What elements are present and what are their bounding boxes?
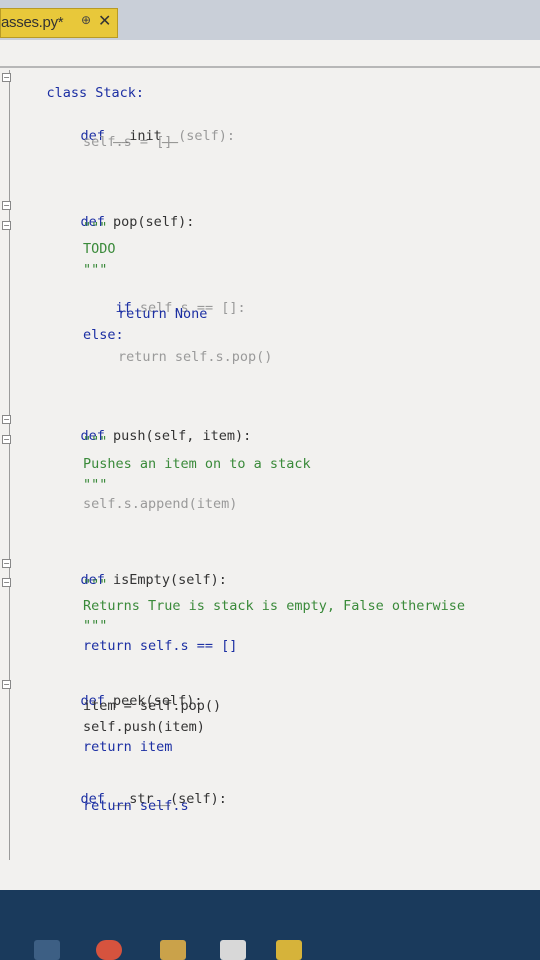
fold-toggle-icon[interactable]: −	[2, 201, 11, 210]
code-line: else:	[83, 327, 124, 343]
docstring-text: Returns True is stack is empty, False ot…	[83, 598, 466, 614]
code-line: item = self.pop()	[83, 698, 222, 714]
docstring-open: """	[83, 220, 108, 236]
code-line: self.push(item)	[83, 719, 205, 735]
fold-toggle-icon[interactable]: −	[2, 435, 11, 444]
task-view-icon[interactable]	[34, 940, 60, 960]
app-icon-2[interactable]	[276, 940, 302, 960]
fold-toggle-icon[interactable]: −	[2, 415, 11, 424]
pin-icon[interactable]: ⊕	[81, 13, 91, 27]
docstring-close: """	[83, 618, 108, 634]
docstring-text: Pushes an item on to a stack	[83, 456, 311, 472]
docstring-open: """	[83, 577, 108, 593]
app-icon[interactable]	[220, 940, 246, 960]
docstring-open: """	[83, 434, 108, 450]
fold-toggle-icon[interactable]: −	[2, 680, 11, 689]
docstring-close: """	[83, 262, 108, 278]
code-line: self.s = []	[83, 134, 173, 150]
function-signature: pop(self):	[113, 214, 195, 230]
code-line: return None	[118, 306, 208, 322]
taskbar	[0, 890, 540, 960]
code-line: self.s.append(item)	[83, 496, 238, 512]
code-line: def isEmpty(self):	[48, 556, 227, 604]
docstring-text: TODO	[83, 241, 116, 257]
code-line: return self.s.pop()	[118, 349, 273, 365]
code-line: class Stack:	[14, 69, 145, 117]
function-args: (self):	[178, 128, 235, 144]
tab-active-file[interactable]: asses.py* ⊕ ✕	[0, 8, 118, 38]
fold-toggle-icon[interactable]: −	[2, 578, 11, 587]
tab-bar: asses.py* ⊕ ✕	[0, 0, 540, 40]
code-line: return self.s	[83, 798, 189, 814]
chrome-icon[interactable]	[96, 940, 122, 960]
code-line: return self.s == []	[83, 638, 238, 654]
fold-toggle-icon[interactable]: −	[2, 221, 11, 230]
function-signature: push(self, item):	[113, 428, 252, 444]
class-declaration: class Stack:	[46, 85, 145, 101]
code-line: def pop(self):	[48, 198, 195, 246]
fold-toggle-icon[interactable]: −	[2, 73, 11, 82]
fold-margin-line	[9, 70, 10, 860]
tab-filename: asses.py*	[1, 14, 64, 31]
close-icon[interactable]: ✕	[98, 11, 111, 30]
editor-divider	[0, 66, 540, 68]
code-line: return item	[83, 739, 173, 755]
docstring-close: """	[83, 477, 108, 493]
file-explorer-icon[interactable]	[160, 940, 186, 960]
code-editor[interactable]: − − − − − − − − class Stack: def __init_…	[0, 40, 540, 890]
fold-toggle-icon[interactable]: −	[2, 559, 11, 568]
code-line: def push(self, item):	[48, 412, 252, 460]
function-signature: isEmpty(self):	[113, 572, 227, 588]
